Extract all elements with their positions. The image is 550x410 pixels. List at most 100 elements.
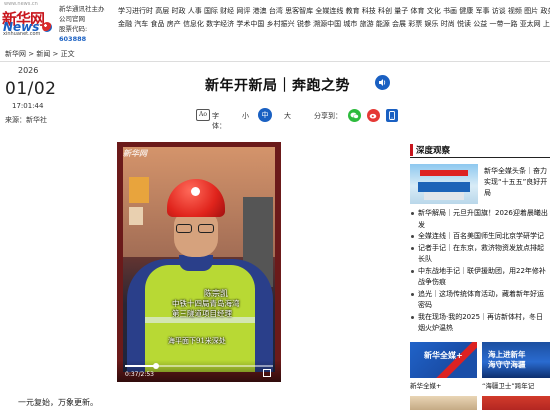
promo-caption-1[interactable]: 新华全媒+ (410, 380, 441, 390)
promo-caption-2[interactable]: “海疆卫士”跨年记 (482, 380, 534, 390)
promo-image-2-line1: 海上进新年 (488, 350, 526, 359)
logo-url: www.news.cn (4, 1, 38, 7)
nav-link[interactable]: 彩票 (408, 20, 422, 28)
wechat-icon[interactable] (348, 109, 361, 122)
promo-image-2[interactable]: 海上进新年 海守守海疆 (482, 342, 550, 378)
nav-link[interactable]: 科创 (378, 7, 392, 15)
nav-link[interactable]: 文化 (427, 7, 441, 15)
sidebar: 深度观察 新华全媒头条｜奋力实现“十五五”良好开局 新华解局｜元旦升国旗！202… (410, 142, 550, 410)
nav-link[interactable]: 网评 (236, 7, 250, 15)
sidebar-news-item[interactable]: 中东战地手记｜联伊援助团，用22年修补战争伤痕 (410, 266, 550, 289)
site-header: www.news.cn 新华网 News xinhuanet.com 新华通讯社… (0, 0, 550, 43)
nav-link[interactable]: 政务 (540, 7, 550, 15)
video-player[interactable] (117, 142, 281, 382)
nav-link[interactable]: 思客智库 (285, 7, 313, 15)
sidebar-news-list: 新华解局｜元旦升国旗！2026迎着晨曦出发 全媒连线｜百名美国师生同北京学研学记记… (410, 208, 550, 335)
nav-link[interactable]: 高层 (155, 7, 169, 15)
sidebar-divider (410, 157, 550, 158)
nav-link[interactable]: 港澳 (253, 7, 267, 15)
font-small-button[interactable]: 小 (242, 111, 249, 121)
nav-link[interactable]: 能源 (376, 20, 390, 28)
channel-nav-row2: 金融 汽车 食品 房产 信息化 数字经济 学术中国 乡村振兴 锐参 溯源中国 城… (118, 18, 550, 31)
nav-link[interactable]: 科技 (362, 7, 376, 15)
promo-image-1[interactable]: 新华全媒+ (410, 342, 477, 378)
nav-link[interactable]: 健康 (459, 7, 473, 15)
nav-link[interactable]: 人事 (188, 7, 202, 15)
article-title: 新年开新局｜奔跑之势 (205, 78, 350, 94)
sidebar-news-item[interactable]: 全媒连线｜百名美国师生同北京学研学记 (410, 231, 550, 243)
nav-link[interactable]: 锐参 (297, 20, 311, 28)
font-large-button[interactable]: 大 (284, 111, 291, 121)
video-progress-fill (125, 365, 157, 367)
fullscreen-icon[interactable] (263, 369, 271, 377)
nav-link[interactable]: 教育 (346, 7, 360, 15)
feature-thumbnail[interactable] (410, 164, 478, 204)
nav-link[interactable]: 体育 (411, 7, 425, 15)
sidebar-news-item[interactable]: 我在现场·我的2025｜再访新体村，冬日烟火炉温热 (410, 312, 550, 335)
video-progress-bar[interactable] (125, 363, 273, 369)
host-line2[interactable]: 公司官网 (59, 14, 114, 24)
nav-link[interactable]: 金融 (118, 20, 132, 28)
nav-link[interactable]: 城市 (343, 20, 357, 28)
breadcrumb[interactable]: 新华网 > 新闻 > 正文 (5, 49, 75, 59)
nav-link[interactable]: 视频 (508, 7, 522, 15)
nav-link[interactable]: 公益 (473, 20, 487, 28)
nav-link[interactable]: 亚太网 (520, 20, 541, 28)
nav-link[interactable]: 信息化 (183, 20, 204, 28)
promo-image-4[interactable] (482, 396, 550, 410)
nav-link[interactable]: 全媒连线 (315, 7, 343, 15)
nav-link[interactable]: 书画 (443, 7, 457, 15)
nav-link[interactable]: 图片 (524, 7, 538, 15)
nav-link[interactable]: 访谈 (492, 7, 506, 15)
glasses (176, 224, 216, 233)
publish-year: 2026 (18, 66, 39, 75)
nav-link[interactable]: 一带一路 (489, 20, 517, 28)
speaker-icon[interactable] (375, 75, 390, 90)
video-controls: 0:37/2:53 (117, 360, 281, 382)
video-progress-handle[interactable] (153, 363, 160, 369)
nav-link[interactable]: 数字经济 (206, 20, 234, 28)
nav-link[interactable]: 财经 (220, 7, 234, 15)
sidebar-news-item[interactable]: 新华解局｜元旦升国旗！2026迎着晨曦出发 (410, 208, 550, 231)
logo-globe-icon (42, 22, 52, 32)
nav-link[interactable]: 悦读 (457, 20, 471, 28)
channel-nav: 学习进行时 高层 时政 人事 国际 财经 网评 港澳 台湾 思客智库 全媒连线 … (118, 5, 550, 31)
nav-link[interactable]: 房产 (167, 20, 181, 28)
nav-link[interactable]: 上市公司 (543, 20, 550, 28)
article-lead: 一元复始，万象更新。 (18, 398, 98, 407)
publish-time: 17:01:44 (12, 102, 44, 110)
sidebar-header-accent (410, 144, 413, 156)
nav-link[interactable]: 军事 (475, 7, 489, 15)
mobile-icon[interactable] (386, 109, 398, 122)
nav-link[interactable]: 娱乐 (425, 20, 439, 28)
sidebar-news-item[interactable]: 追光｜这场传统体育活动，藏着新年好运密码 (410, 289, 550, 312)
nav-link[interactable]: 学习进行时 (118, 7, 153, 15)
nav-link[interactable]: 量子 (394, 7, 408, 15)
caption-name: 陈宗凯 (204, 289, 228, 298)
sidebar-news-item[interactable]: 记者手记｜在东京，救济物资发放点排起长队 (410, 243, 550, 266)
warning-sign (129, 177, 149, 203)
font-medium-button[interactable]: 中 (258, 108, 272, 122)
nav-link[interactable]: 时尚 (441, 20, 455, 28)
promo-image-3[interactable] (410, 396, 477, 410)
host-line1: 新华通讯社主办 (59, 5, 105, 13)
article-source: 来源：新华社 (5, 116, 47, 124)
worker-collar (179, 255, 213, 271)
weibo-icon[interactable] (367, 109, 380, 122)
nav-link[interactable]: 溯源中国 (313, 20, 341, 28)
nav-link[interactable]: 旅游 (360, 20, 374, 28)
nav-link[interactable]: 时政 (171, 7, 185, 15)
worker-face (174, 211, 218, 257)
nav-link[interactable]: 学术中国 (236, 20, 264, 28)
nav-link[interactable]: 国际 (204, 7, 218, 15)
nav-link[interactable]: 会展 (392, 20, 406, 28)
feature-title[interactable]: 新华全媒头条｜奋力实现“十五五”良好开局 (484, 166, 550, 199)
site-logo[interactable]: www.news.cn 新华网 News xinhuanet.com (2, 1, 56, 37)
logo-site: xinhuanet.com (3, 31, 41, 37)
nav-link[interactable]: 乡村振兴 (267, 20, 295, 28)
nav-link[interactable]: 食品 (150, 20, 164, 28)
publish-month-day: 01/02 (5, 79, 57, 99)
sidebar-title[interactable]: 深度观察 (416, 144, 450, 156)
nav-link[interactable]: 台湾 (269, 7, 283, 15)
nav-link[interactable]: 汽车 (134, 20, 148, 28)
